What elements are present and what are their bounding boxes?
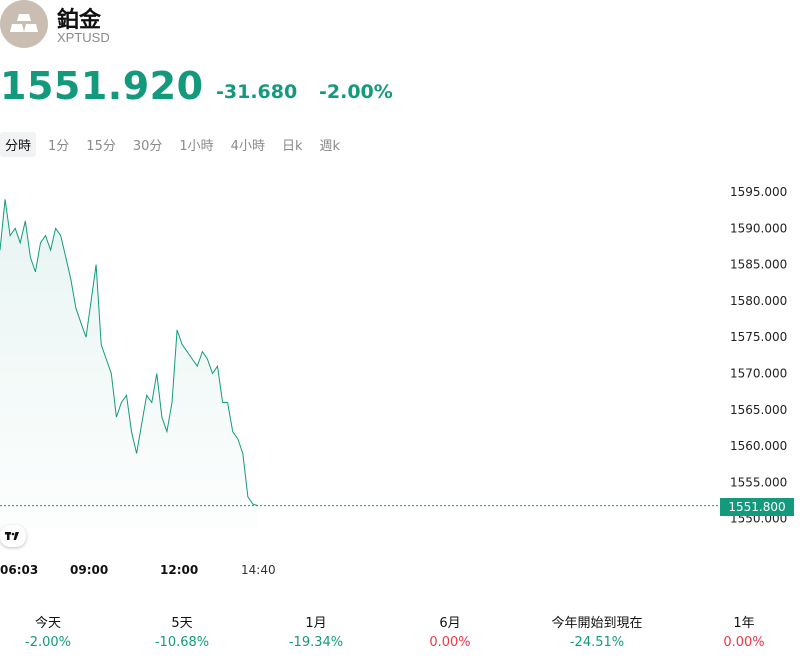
x-tick-label: 12:00	[160, 563, 199, 577]
tab-daily[interactable]: 日k	[277, 132, 308, 157]
y-tick-label: 1595.000	[730, 185, 787, 199]
x-tick-label: 06:03	[0, 563, 39, 577]
perf-label: 1年	[733, 616, 755, 631]
perf-label: 6月	[439, 616, 461, 631]
y-tick-label: 1570.000	[730, 367, 787, 381]
y-tick-label: 1555.000	[730, 475, 787, 489]
price-change: -31.680	[216, 81, 298, 103]
perf-6m[interactable]: 6月 0.00%	[390, 612, 510, 650]
perf-1y[interactable]: 1年 0.00%	[684, 612, 800, 650]
tab-1hour[interactable]: 1小時	[174, 132, 218, 157]
y-tick-label: 1585.000	[730, 258, 787, 272]
y-tick-label: 1575.000	[730, 330, 787, 344]
tab-15min[interactable]: 15分	[81, 132, 121, 157]
tab-intraday[interactable]: 分時	[0, 131, 37, 157]
x-tick-label: 14:40	[241, 563, 276, 577]
tradingview-logo[interactable]	[0, 525, 26, 547]
gold-bars-icon	[10, 14, 38, 32]
perf-value: 0.00%	[723, 635, 765, 650]
asset-logo	[0, 0, 48, 48]
perf-label: 今天	[34, 616, 61, 631]
perf-label: 1月	[305, 616, 327, 631]
perf-value: -19.34%	[288, 635, 344, 650]
price-change-percent: -2.00%	[319, 81, 393, 103]
y-tick-label: 1560.000	[730, 439, 787, 453]
tab-30min[interactable]: 30分	[128, 132, 168, 157]
perf-label: 5天	[171, 616, 193, 631]
interval-tabs: 分時 1分 15分 30分 1小時 4小時 日k 週k	[0, 131, 352, 157]
x-tick-label: 09:00	[70, 563, 109, 577]
tab-1min[interactable]: 1分	[43, 132, 74, 157]
y-tick-label: 1590.000	[730, 221, 787, 235]
tradingview-icon	[5, 532, 19, 540]
price-area-fill	[0, 199, 258, 531]
perf-5d[interactable]: 5天 -10.68%	[122, 612, 242, 650]
perf-value: -24.51%	[569, 635, 625, 650]
perf-value: -2.00%	[25, 635, 71, 650]
tab-weekly[interactable]: 週k	[314, 132, 345, 157]
current-price: 1551.920	[0, 64, 204, 108]
asset-ticker: XPTUSD	[57, 30, 110, 45]
perf-value: -10.68%	[154, 635, 210, 650]
price-chart[interactable]: 1595.000 1590.000 1585.000 1580.000 1575.000…	[0, 170, 800, 555]
perf-label: 今年開始到現在	[551, 616, 643, 631]
perf-1m[interactable]: 1月 -19.34%	[256, 612, 376, 650]
y-tick-label: 1565.000	[730, 403, 787, 417]
perf-ytd[interactable]: 今年開始到現在 -24.51%	[537, 612, 657, 650]
y-axis: 1595.000 1590.000 1585.000 1580.000 1575.000…	[730, 185, 787, 526]
last-price-badge: 1551.800	[720, 498, 794, 516]
tab-4hour[interactable]: 4小時	[226, 132, 270, 157]
perf-value: 0.00%	[429, 635, 471, 650]
perf-today[interactable]: 今天 -2.00%	[0, 612, 108, 650]
y-tick-label: 1580.000	[730, 294, 787, 308]
